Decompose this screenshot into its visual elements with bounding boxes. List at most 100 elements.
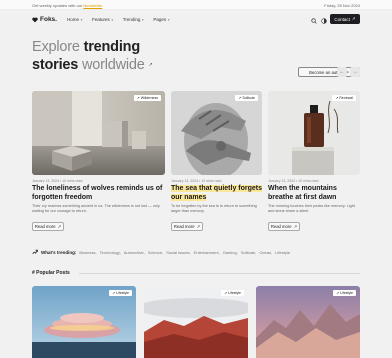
arrow-up-right-icon: ↗ xyxy=(238,96,242,100)
category-tag-label: Wilderness xyxy=(140,96,158,100)
card-title[interactable]: The loneliness of wolves reminds us of f… xyxy=(32,185,165,202)
card-title-text: The sea that quietly forgets our names xyxy=(171,185,263,201)
contact-label: Contact xyxy=(334,16,350,22)
chevron-down-icon: ▼ xyxy=(110,17,114,22)
topic-link[interactable]: Automotive, xyxy=(124,250,145,255)
card-image-renewal[interactable]: ↗ Renewal xyxy=(268,91,360,175)
nav-trending-label: Trending xyxy=(122,17,141,22)
category-tag-label: Lifestyle xyxy=(228,291,241,295)
topic-link[interactable]: Lifestyle xyxy=(275,250,290,255)
nav-pages-label: Pages xyxy=(153,17,167,22)
nav-features[interactable]: Features ▼ xyxy=(92,17,114,22)
arrow-up-right-icon: ↗ xyxy=(293,224,298,229)
hero-title: Explore trending stories worldwide ↗ xyxy=(32,38,153,74)
date-display: Friday, 28 Nov 2024 xyxy=(324,3,360,8)
site-header: Foks. Home ▼ Features ▼ Trending ▼ Pages ▼ C… xyxy=(0,10,392,30)
arrow-up-right-icon: ↗ xyxy=(351,16,356,21)
hero-title-part2: trending xyxy=(83,39,141,55)
newsletter-link[interactable]: Newsletter xyxy=(83,3,102,8)
topic-link[interactable]: Solitude, xyxy=(241,250,257,255)
hero-title-part1: Explore xyxy=(32,39,84,55)
category-tag[interactable]: ↗ Lifestyle xyxy=(221,290,244,296)
category-tag[interactable]: ↗ Lifestyle xyxy=(333,290,356,296)
heart-logo-icon xyxy=(32,17,38,22)
read-more-button[interactable]: Read more ↗ xyxy=(268,222,300,231)
section-divider xyxy=(79,273,360,274)
topic-link[interactable]: Business, xyxy=(79,250,96,255)
chevron-down-icon: ▼ xyxy=(141,17,145,22)
category-tag-label: Renewal xyxy=(339,96,353,100)
popular-posts-heading: # Popular Posts xyxy=(32,270,70,276)
arrow-up-right-icon: ↗ xyxy=(336,291,340,295)
hero-title-part3: stories xyxy=(32,57,82,73)
hero-title-part4: worldwide xyxy=(81,57,145,73)
nav-pages[interactable]: Pages ▼ xyxy=(153,17,170,22)
newsletter-notice: Get weekly updates with our Newsletter xyxy=(32,3,102,8)
perfume-bottle-image xyxy=(268,91,360,175)
arrow-up-right-icon: ↗ xyxy=(224,291,228,295)
red-hills-image xyxy=(144,286,248,358)
topic-link[interactable]: Technology, xyxy=(100,250,121,255)
hands-portrait-image xyxy=(171,91,262,175)
read-more-label: Read more xyxy=(34,224,56,229)
trending-arrow-icon xyxy=(32,249,38,255)
read-more-label: Read more xyxy=(270,224,292,229)
arrow-up-right-icon: ↗ xyxy=(148,62,153,68)
topic-link[interactable]: Ocean, xyxy=(259,250,272,255)
arrow-up-right-icon: ↗ xyxy=(196,224,201,229)
card-title[interactable]: The sea that quietly forgets our names xyxy=(171,185,264,202)
nav-home[interactable]: Home ▼ xyxy=(67,17,83,22)
topic-link[interactable]: Science, xyxy=(148,250,163,255)
category-tag[interactable]: ↗ Wilderness xyxy=(133,95,161,101)
popular-post-image[interactable]: ↗ Lifestyle xyxy=(256,286,360,358)
card-title[interactable]: When the mountains breathe at first dawn xyxy=(268,185,360,202)
card-description: To be forgotten by the sea is to return … xyxy=(171,204,257,213)
topic-link[interactable]: Gaming, xyxy=(223,250,238,255)
read-more-button[interactable]: Read more ↗ xyxy=(171,222,203,231)
read-more-label: Read more xyxy=(173,224,195,229)
logo-text: Foks. xyxy=(40,16,57,23)
category-tag-label: Solitude xyxy=(242,96,255,100)
logo[interactable]: Foks. xyxy=(32,16,57,23)
futuristic-building-image xyxy=(32,286,136,358)
trending-label: What's trending: xyxy=(41,249,77,255)
next-button[interactable]: → xyxy=(350,67,360,77)
chevron-down-icon: ▼ xyxy=(167,17,171,22)
card-meta: January 13, 2024 • 10 mins read xyxy=(268,179,319,183)
chevron-down-icon: ▼ xyxy=(80,17,83,22)
theme-toggle-icon[interactable] xyxy=(321,18,327,24)
popular-post-image[interactable]: ↗ Lifestyle xyxy=(144,286,248,358)
card-meta: January 13, 2024 • 10 mins read xyxy=(32,179,83,183)
topic-link[interactable]: Entertainment, xyxy=(194,250,220,255)
card-description: The morning touches their peaks like mem… xyxy=(268,204,355,213)
category-tag[interactable]: ↗ Renewal xyxy=(332,95,356,101)
nav-home-label: Home xyxy=(67,17,80,22)
nav-features-label: Features xyxy=(92,17,110,22)
top-bar: Get weekly updates with our Newsletter F… xyxy=(0,0,392,10)
arrow-up-right-icon: ↗ xyxy=(136,96,140,100)
contact-button[interactable]: Contact ↗ xyxy=(330,14,360,24)
nav-trending[interactable]: Trending ▼ xyxy=(123,17,145,22)
card-image-solitude[interactable]: ↗ Solitude xyxy=(171,91,262,175)
arrow-up-right-icon: ↗ xyxy=(57,224,62,229)
category-tag-label: Lifestyle xyxy=(116,291,129,295)
search-icon[interactable] xyxy=(311,18,317,24)
topic-link[interactable]: Social issues, xyxy=(166,250,190,255)
card-meta: January 13, 2024 • 10 mins read xyxy=(171,179,222,183)
newsletter-text: Get weekly updates with our xyxy=(32,3,83,8)
trending-topics: What's trending: Business, Technology, A… xyxy=(32,248,290,256)
category-tag[interactable]: ↗ Solitude xyxy=(235,95,258,101)
arrow-up-right-icon: ↗ xyxy=(335,96,339,100)
main-nav: Home ▼ Features ▼ Trending ▼ Pages ▼ xyxy=(67,17,170,22)
card-description: Their cry reaches something ancient in u… xyxy=(32,204,160,213)
arrow-up-right-icon: ↗ xyxy=(112,291,116,295)
category-tag[interactable]: ↗ Lifestyle xyxy=(109,290,132,296)
card-image-wilderness[interactable]: ↗ Wilderness xyxy=(32,91,165,175)
date-text: Friday, 28 Nov 2024 xyxy=(324,3,360,8)
prev-button[interactable]: ← xyxy=(337,67,347,77)
read-more-button[interactable]: Read more ↗ xyxy=(32,222,64,231)
category-tag-label: Lifestyle xyxy=(340,291,353,295)
popular-post-image[interactable]: ↗ Lifestyle xyxy=(32,286,136,358)
arrow-left-icon: ← xyxy=(339,69,345,75)
mountain-sunset-image xyxy=(256,286,360,358)
